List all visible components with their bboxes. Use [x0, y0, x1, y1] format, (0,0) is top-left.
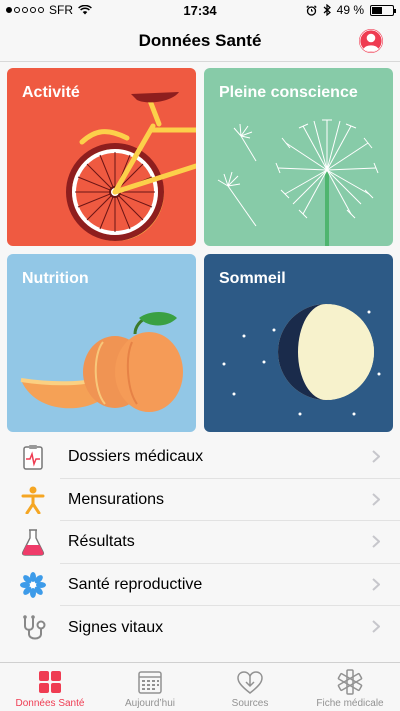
chevron-right-icon — [372, 535, 380, 548]
tab-label: Sources — [231, 698, 269, 709]
cell-signal-icon — [6, 7, 44, 13]
category-list: Dossiers médicaux Mensurations Résultats — [0, 436, 400, 649]
body-figure-icon — [21, 486, 45, 514]
battery-percent: 49 % — [336, 3, 364, 17]
list-item-vital-signs[interactable]: Signes vitaux — [0, 606, 400, 649]
tab-sources[interactable]: Sources — [200, 663, 300, 711]
list-item-label: Signes vitaux — [68, 618, 164, 636]
tile-activity[interactable]: Activité — [7, 68, 196, 246]
wifi-icon — [78, 5, 92, 15]
navigation-bar: Données Santé — [0, 20, 400, 62]
tab-health-data[interactable]: Données Santé — [0, 663, 100, 711]
flask-icon — [21, 529, 45, 557]
tile-sleep[interactable]: Sommeil — [204, 254, 393, 432]
medical-clipboard-icon — [23, 445, 43, 471]
list-item-label: Résultats — [68, 533, 135, 551]
tab-label: Données Santé — [15, 698, 85, 709]
tab-label: Fiche médicale — [316, 698, 384, 709]
list-item-body-measurements[interactable]: Mensurations — [0, 479, 400, 522]
tile-label: Activité — [22, 84, 80, 101]
bluetooth-icon — [323, 4, 331, 16]
tab-medical-id[interactable]: Fiche médicale — [300, 663, 400, 711]
asterisk-icon — [337, 669, 363, 695]
profile-icon[interactable] — [358, 28, 384, 54]
list-item-label: Dossiers médicaux — [68, 448, 204, 466]
list-item-label: Mensurations — [68, 490, 165, 508]
chevron-right-icon — [372, 620, 380, 634]
tile-nutrition[interactable]: Nutrition — [7, 254, 196, 432]
chevron-right-icon — [372, 450, 380, 463]
carrier-name: SFR — [49, 3, 73, 17]
list-item-medical-records[interactable]: Dossiers médicaux — [0, 436, 400, 479]
status-bar: SFR 17:34 49 % — [0, 0, 400, 20]
list-item-results[interactable]: Résultats — [0, 521, 400, 564]
chevron-right-icon — [372, 492, 380, 506]
category-tiles: Activité Pleine conscience Nutrition Som… — [7, 68, 393, 432]
tile-label: Nutrition — [22, 270, 89, 287]
tile-mindfulness[interactable]: Pleine conscience — [204, 68, 393, 246]
grid-icon — [39, 671, 61, 693]
battery-icon — [370, 4, 396, 16]
calendar-icon — [138, 671, 162, 694]
heart-download-icon — [237, 671, 263, 694]
tab-bar: Données Santé Aujourd’hui Sources Fiche … — [0, 662, 400, 711]
flower-icon — [20, 572, 46, 599]
tile-label: Sommeil — [219, 270, 286, 287]
tab-label: Aujourd’hui — [124, 698, 176, 709]
chevron-right-icon — [372, 578, 380, 591]
page-title: Données Santé — [138, 30, 262, 50]
list-item-reproductive-health[interactable]: Santé reproductive — [0, 564, 400, 607]
alarm-icon — [305, 4, 317, 16]
list-item-label: Santé reproductive — [68, 576, 203, 594]
tile-label: Pleine conscience — [219, 84, 358, 101]
stethoscope-icon — [23, 614, 46, 640]
tab-today[interactable]: Aujourd’hui — [100, 663, 200, 711]
